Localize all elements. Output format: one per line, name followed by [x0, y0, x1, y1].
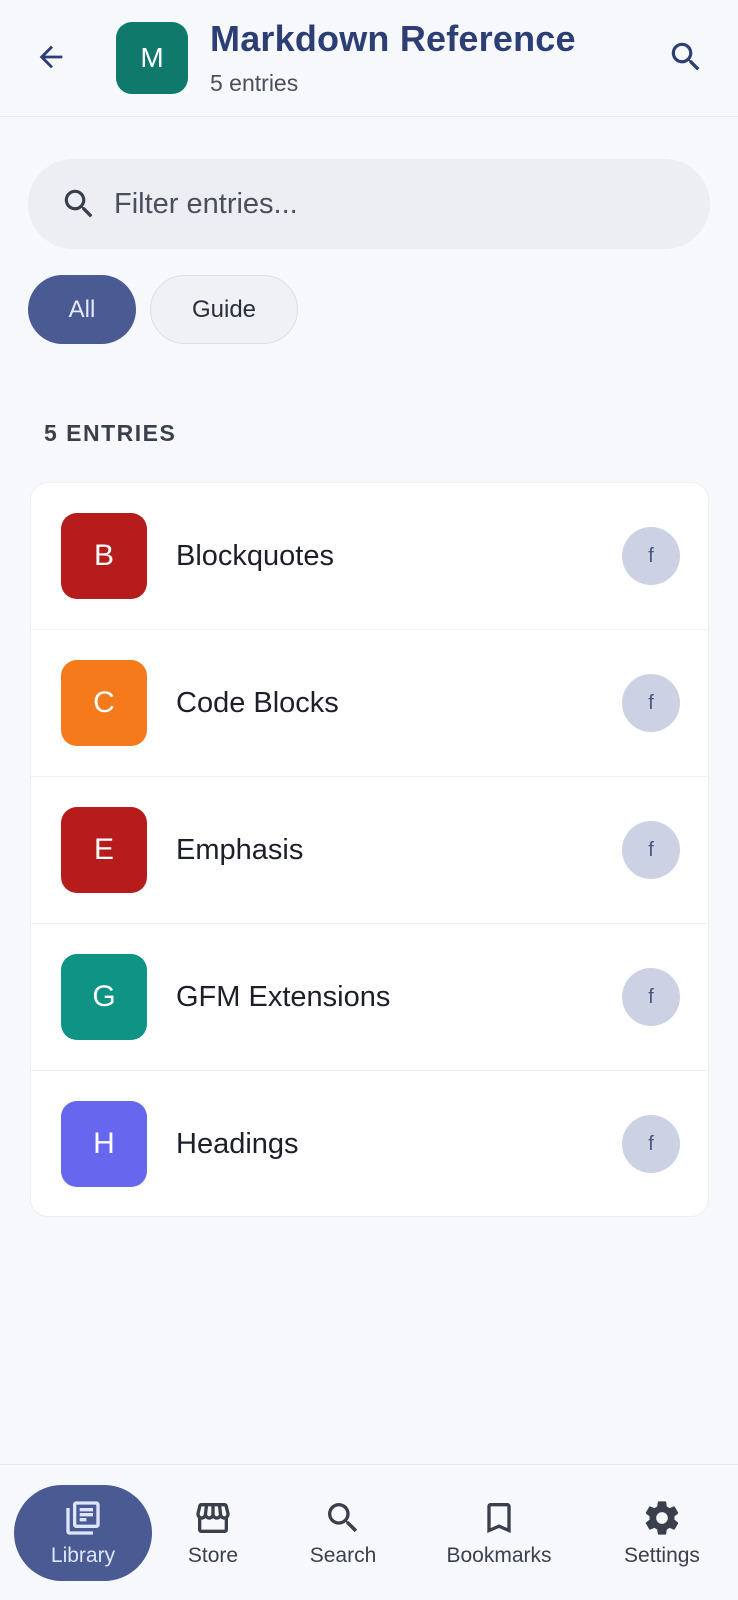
section-label: 5 ENTRIES [44, 420, 177, 446]
arrow-left-icon [39, 45, 63, 69]
nav-settings-label: Settings [624, 1544, 700, 1567]
bottom-nav: Library Store Search Bookmarks Settings [0, 1464, 738, 1600]
entry-letter: C [93, 686, 115, 719]
reference-avatar: M [116, 22, 188, 94]
entry-avatar: B [61, 513, 147, 599]
entry-action-label: f [648, 838, 654, 861]
entry-avatar: H [61, 1101, 147, 1187]
list-item[interactable]: H Headings f [31, 1071, 708, 1216]
search-button[interactable] [663, 34, 709, 80]
entry-label: Blockquotes [176, 540, 334, 572]
chip-all-label: All [68, 295, 96, 323]
entry-label: Emphasis [176, 834, 304, 866]
chip-all[interactable]: All [28, 275, 136, 344]
entry-label: Headings [176, 1128, 299, 1160]
entry-letter: B [93, 539, 114, 572]
entry-action-label: f [648, 1132, 654, 1155]
entry-list: B Blockquotes f C Code Blocks f E Emphas… [30, 482, 709, 1217]
chip-guide-label: Guide [191, 295, 257, 323]
nav-bookmarks[interactable]: Bookmarks [438, 1485, 560, 1581]
entry-letter: E [93, 833, 114, 866]
search-icon [328, 1503, 358, 1533]
chip-guide[interactable]: Guide [150, 275, 298, 344]
nav-settings[interactable]: Settings [612, 1485, 712, 1581]
list-item[interactable]: C Code Blocks f [31, 630, 708, 777]
filter-input[interactable] [114, 159, 674, 249]
entry-action-button[interactable]: f [622, 674, 680, 732]
entry-letter: H [93, 1127, 115, 1160]
nav-store-label: Store [187, 1544, 239, 1567]
bookmark-icon [487, 1503, 511, 1533]
app-header: M Markdown Reference 5 entries [0, 0, 738, 117]
list-item[interactable]: B Blockquotes f [31, 483, 708, 630]
page-title: Markdown Reference [210, 18, 576, 59]
list-item[interactable]: G GFM Extensions f [31, 924, 708, 1071]
search-icon [671, 42, 700, 71]
nav-library[interactable]: Library [14, 1485, 152, 1581]
entry-action-label: f [648, 544, 654, 567]
entry-avatar: G [61, 954, 147, 1040]
gear-icon [645, 1501, 679, 1535]
list-item[interactable]: E Emphasis f [31, 777, 708, 924]
filter-field[interactable] [28, 159, 710, 249]
nav-store[interactable]: Store [163, 1485, 263, 1581]
entry-avatar: E [61, 807, 147, 893]
entry-label: Code Blocks [176, 687, 339, 719]
entry-action-button[interactable]: f [622, 527, 680, 585]
avatar-letter: M [140, 42, 164, 73]
entry-label: GFM Extensions [176, 981, 391, 1013]
entry-action-button[interactable]: f [622, 1115, 680, 1173]
entry-avatar: C [61, 660, 147, 746]
nav-library-label: Library [50, 1544, 116, 1567]
entry-action-button[interactable]: f [622, 968, 680, 1026]
nav-bookmarks-label: Bookmarks [446, 1544, 552, 1567]
library-icon [66, 1501, 100, 1535]
back-button[interactable] [28, 34, 74, 80]
nav-search-label: Search [309, 1544, 377, 1567]
nav-search[interactable]: Search [293, 1485, 393, 1581]
entry-action-label: f [648, 691, 654, 714]
store-icon [196, 1503, 230, 1533]
entry-action-label: f [648, 985, 654, 1008]
search-icon [64, 189, 93, 218]
entry-count-subtitle: 5 entries [210, 70, 299, 96]
entry-action-button[interactable]: f [622, 821, 680, 879]
entry-letter: G [92, 980, 116, 1013]
